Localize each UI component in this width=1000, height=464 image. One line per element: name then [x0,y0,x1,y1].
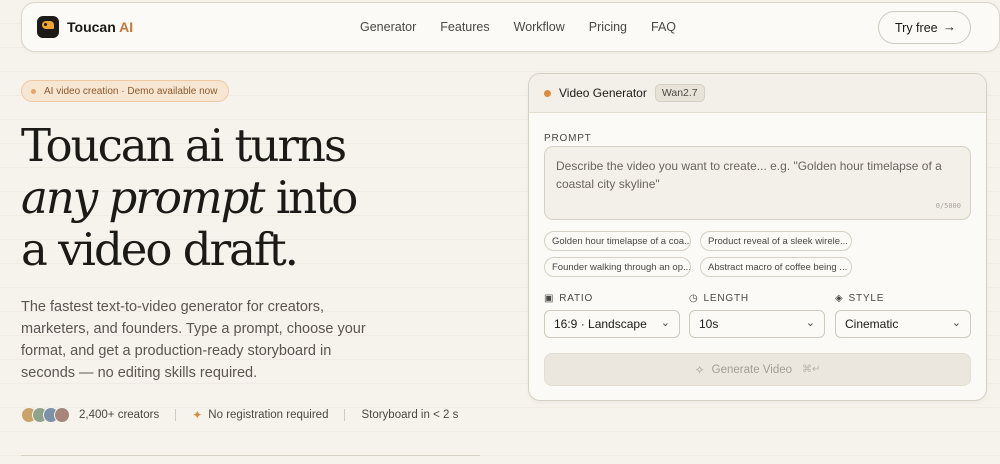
layers-icon: ◈ [835,293,844,304]
creator-avatars [21,407,70,423]
try-free-button[interactable]: Try free → [878,11,971,44]
shortcut-icon: ⌘↵ [802,364,821,375]
suggestion-chip[interactable]: Product reveal of a sleek wirele... [700,231,852,251]
social-proof: 2,400+ creators ✦ No registration requir… [21,407,458,423]
hero-subtitle: The fastest text-to-video generator for … [21,299,366,381]
avatar [54,407,70,423]
nav-link-pricing[interactable]: Pricing [589,20,627,34]
aspect-ratio-icon: ▣ [544,293,555,304]
ratio-select[interactable]: 16:9 · Landscape ⌄ [544,310,680,338]
suggestion-chip[interactable]: Golden hour timelapse of a coa... [544,231,691,251]
style-label: ◈ STYLE [835,293,885,304]
brand-logo[interactable]: Toucan AI [37,16,133,38]
model-badge: Wan2.7 [654,84,705,102]
generate-video-button[interactable]: ✧ Generate Video ⌘↵ [544,353,971,386]
divider [344,409,346,421]
top-navbar: Toucan AI Generator Features Workflow Pr… [21,2,1000,52]
hero-title: Toucan ai turns any prompt into a video … [21,119,358,276]
prompt-label: PROMPT [544,133,592,144]
announcement-badge: AI video creation · Demo available now [21,80,230,102]
suggestion-chip[interactable]: Founder walking through an op... [544,257,691,277]
chevron-down-icon: ⌄ [660,317,670,329]
length-label: ◷ LENGTH [689,293,749,304]
style-select[interactable]: Cinematic ⌄ [835,310,971,338]
storyboard-speed-text: Storyboard in < 2 s [361,409,459,421]
brand-name: Toucan AI [67,19,134,35]
chevron-down-icon: ⌄ [805,317,815,329]
arrow-right-icon: → [943,19,956,34]
divider [175,409,177,421]
creators-count: 2,400+ creators [79,409,160,421]
section-divider [21,455,480,456]
video-generator-card: Video Generator Wan2.7 PROMPT Describe t… [528,73,987,401]
nav-links: Generator Features Workflow Pricing FAQ [360,20,700,34]
generator-header: Video Generator Wan2.7 [529,74,986,113]
sparkle-icon: ✦ [192,408,203,422]
ratio-label: ▣ RATIO [544,293,594,304]
nav-link-features[interactable]: Features [440,20,489,34]
char-counter: 0/5000 [935,202,961,210]
suggestion-chip[interactable]: Abstract macro of coffee being ... [700,257,852,277]
sparkle-icon: ✧ [694,362,705,377]
status-dot-icon [544,89,551,97]
no-registration-text: No registration required [208,409,329,421]
clock-icon: ◷ [689,293,699,304]
nav-link-workflow[interactable]: Workflow [514,20,565,34]
nav-link-faq[interactable]: FAQ [651,20,676,34]
generator-title: Video Generator [559,86,647,100]
toucan-logo-icon [37,16,59,38]
chevron-down-icon: ⌄ [951,317,961,329]
prompt-textarea[interactable]: Describe the video you want to create...… [544,146,971,220]
nav-link-generator[interactable]: Generator [360,20,416,34]
badge-dot-icon [31,88,36,94]
length-select[interactable]: 10s ⌄ [689,310,825,338]
